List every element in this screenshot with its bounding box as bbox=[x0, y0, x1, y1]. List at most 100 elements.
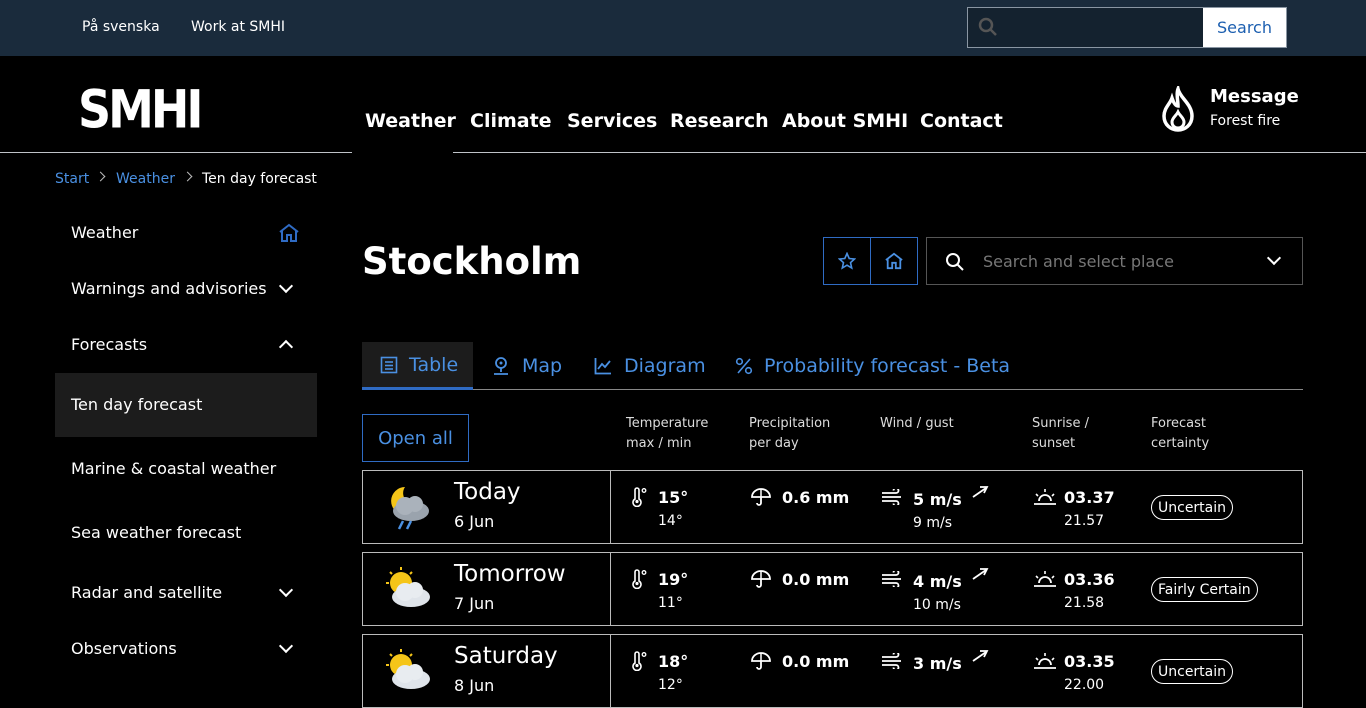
home-icon[interactable] bbox=[278, 223, 300, 243]
sunrise-time: 03.37 bbox=[1064, 488, 1115, 507]
set-home-button[interactable] bbox=[870, 237, 918, 285]
search-icon bbox=[978, 17, 997, 36]
message-title: Message bbox=[1210, 86, 1299, 107]
favorite-button[interactable] bbox=[823, 237, 871, 285]
breadcrumb-start[interactable]: Start bbox=[55, 171, 89, 187]
wind-speed: 5 m/s bbox=[913, 490, 962, 509]
sidebar-item-ten-day[interactable]: Ten day forecast bbox=[55, 373, 317, 437]
work-at-smhi-link[interactable]: Work at SMHI bbox=[191, 19, 285, 35]
forecast-row[interactable]: Today 6 Jun 15° 14° 0.6 mm 5 m/s 9 m/s 03.37 21.… bbox=[362, 470, 1303, 544]
wind-icon bbox=[882, 489, 901, 505]
certainty-badge: Uncertain bbox=[1151, 495, 1234, 520]
chevron-down-icon[interactable] bbox=[1266, 250, 1282, 266]
column-header-line: Sunrise / bbox=[1032, 416, 1089, 431]
sidebar-item-radar[interactable]: Radar and satellite bbox=[55, 583, 317, 602]
nav-services[interactable]: Services bbox=[567, 110, 657, 132]
header-divider bbox=[453, 152, 1366, 153]
smhi-logo[interactable]: SMHI bbox=[78, 78, 204, 140]
tab-probability[interactable]: Probability forecast - Beta bbox=[735, 342, 1010, 389]
column-header-line: sunset bbox=[1032, 436, 1076, 451]
sidebar-item-label: Sea weather forecast bbox=[71, 523, 242, 542]
sidebar-item-label: Warnings and advisories bbox=[71, 279, 267, 298]
wind-speed: 3 m/s bbox=[913, 654, 962, 673]
place-search[interactable]: Search and select place bbox=[926, 237, 1303, 285]
certainty-badge: Uncertain bbox=[1151, 659, 1234, 684]
precipitation: 0.0 mm bbox=[782, 570, 850, 589]
umbrella-icon bbox=[751, 652, 771, 670]
column-header-line: Wind / gust bbox=[880, 416, 954, 431]
nav-research[interactable]: Research bbox=[670, 110, 769, 132]
forecast-row[interactable]: Saturday 8 Jun 18° 12° 0.0 mm 3 m/s 03.35 22.00… bbox=[362, 634, 1303, 708]
sunrise-time: 03.35 bbox=[1064, 652, 1115, 671]
tab-label: Map bbox=[522, 354, 563, 377]
certainty-badge: Fairly Certain bbox=[1151, 577, 1258, 602]
swedish-link[interactable]: På svenska bbox=[82, 19, 160, 35]
table-icon bbox=[380, 356, 398, 373]
chevron-right-icon bbox=[95, 171, 106, 182]
row-day: Tomorrow bbox=[454, 561, 566, 587]
partly-cloudy-icon bbox=[386, 567, 430, 607]
umbrella-icon bbox=[751, 488, 771, 506]
sunrise-icon bbox=[1034, 571, 1056, 587]
tab-label: Table bbox=[409, 353, 459, 376]
column-header-line: certainty bbox=[1151, 436, 1210, 451]
view-tabs: Table Map Diagram Probability forecast -… bbox=[362, 342, 1303, 390]
site-search: Search bbox=[967, 7, 1287, 48]
nav-climate[interactable]: Climate bbox=[470, 110, 552, 132]
breadcrumb-current: Ten day forecast bbox=[202, 171, 317, 187]
column-header-certainty: Forecast certainty bbox=[1151, 414, 1209, 454]
sidebar-item-sea-weather[interactable]: Sea weather forecast bbox=[55, 523, 317, 542]
wind-direction-arrow-icon bbox=[972, 568, 989, 580]
sidebar-item-label: Ten day forecast bbox=[71, 395, 203, 414]
column-header-line: Temperature bbox=[626, 416, 709, 431]
nav-contact[interactable]: Contact bbox=[920, 110, 1003, 132]
tab-map[interactable]: Map bbox=[492, 342, 562, 389]
moon-cloud-rain-icon bbox=[391, 487, 429, 530]
forecast-row[interactable]: Tomorrow 7 Jun 19° 11° 0.0 mm 4 m/s 10 m/s 03.3… bbox=[362, 552, 1303, 626]
temp-min: 12° bbox=[658, 677, 683, 693]
tab-table[interactable]: Table bbox=[362, 342, 473, 390]
sidebar-item-label: Marine & coastal weather bbox=[71, 459, 277, 478]
chevron-right-icon bbox=[182, 171, 193, 182]
utility-bar: På svenska Work at SMHI Search bbox=[0, 0, 1366, 56]
search-button[interactable]: Search bbox=[1203, 8, 1286, 47]
temp-max: 19° bbox=[658, 570, 689, 589]
sidebar-item-marine[interactable]: Marine & coastal weather bbox=[55, 459, 317, 478]
row-divider bbox=[610, 471, 611, 543]
column-header-precipitation: Precipitation per day bbox=[749, 414, 830, 454]
precipitation: 0.0 mm bbox=[782, 652, 850, 671]
row-date: 7 Jun bbox=[454, 594, 495, 613]
row-day: Today bbox=[454, 479, 521, 505]
wind-icon bbox=[882, 653, 901, 669]
temp-min: 11° bbox=[658, 595, 683, 611]
row-day: Saturday bbox=[454, 643, 558, 669]
sidebar-item-observations[interactable]: Observations bbox=[55, 639, 317, 658]
column-header-line: max / min bbox=[626, 436, 692, 451]
wind-gust: 10 m/s bbox=[913, 597, 961, 613]
nav-about[interactable]: About SMHI bbox=[782, 110, 908, 132]
row-divider bbox=[610, 635, 611, 707]
home-icon bbox=[885, 252, 903, 270]
wind-icon bbox=[882, 571, 901, 587]
row-divider bbox=[610, 553, 611, 625]
temp-max: 15° bbox=[658, 488, 689, 507]
map-pin-icon bbox=[494, 356, 508, 375]
sidebar-item-forecasts[interactable]: Forecasts bbox=[55, 335, 317, 354]
wind-direction-arrow-icon bbox=[972, 486, 989, 498]
sidebar-item-warnings[interactable]: Warnings and advisories bbox=[55, 279, 317, 298]
chart-icon bbox=[594, 357, 611, 374]
nav-weather[interactable]: Weather bbox=[365, 110, 456, 132]
sidebar-item-label: Forecasts bbox=[71, 335, 148, 354]
header-divider bbox=[0, 152, 352, 153]
percent-icon bbox=[735, 357, 753, 374]
sunrise-icon bbox=[1034, 653, 1056, 669]
sidebar-item-label: Weather bbox=[71, 223, 139, 242]
tab-label: Probability forecast - Beta bbox=[764, 354, 1011, 377]
tab-diagram[interactable]: Diagram bbox=[594, 342, 706, 389]
sidebar-item-label: Radar and satellite bbox=[71, 583, 223, 602]
open-all-button[interactable]: Open all bbox=[362, 414, 469, 462]
star-icon bbox=[838, 252, 856, 270]
row-date: 8 Jun bbox=[454, 676, 495, 695]
column-header-line: per day bbox=[749, 436, 799, 451]
breadcrumb-weather[interactable]: Weather bbox=[116, 171, 175, 187]
